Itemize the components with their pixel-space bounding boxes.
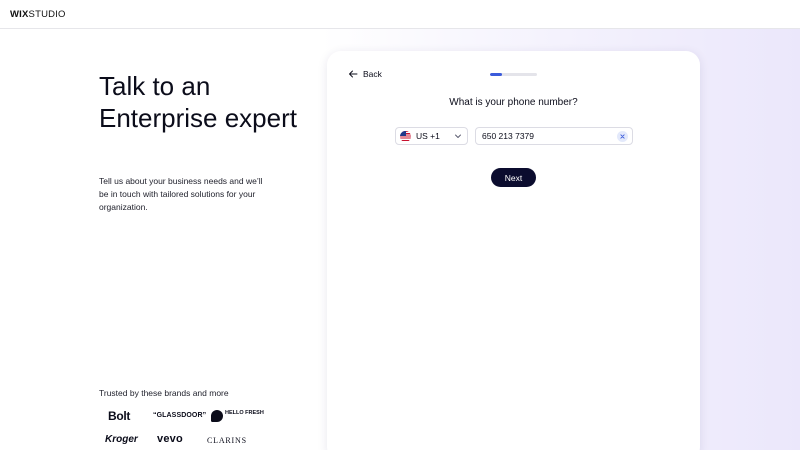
- vevo-logo: vevo: [157, 433, 183, 445]
- country-code-value: US +1: [416, 131, 440, 141]
- step-progress-fill: [490, 73, 502, 76]
- hellofresh-logo-text: HELLO FRESH: [225, 410, 264, 416]
- wix-studio-logo[interactable]: WIXSTUDIO: [10, 9, 66, 20]
- hellofresh-logo: HELLO FRESH: [211, 408, 264, 424]
- country-code-select[interactable]: US +1: [395, 127, 468, 145]
- hellofresh-leaf-icon: [211, 410, 223, 422]
- form-question: What is your phone number?: [449, 97, 578, 108]
- logo-brand: WIX: [10, 9, 29, 20]
- back-button-label: Back: [363, 69, 382, 79]
- glassdoor-logo: “GLASSDOOR”: [153, 412, 207, 419]
- back-button[interactable]: Back: [348, 69, 382, 79]
- chevron-down-icon: [455, 134, 461, 138]
- logo-product: STUDIO: [28, 9, 66, 20]
- phone-form-card: Back What is your phone number? US +1 Ne…: [327, 51, 700, 450]
- next-button[interactable]: Next: [491, 168, 536, 187]
- us-flag-icon: [400, 130, 411, 142]
- step-progress-bar: [490, 73, 537, 76]
- trusted-brands-label: Trusted by these brands and more: [99, 388, 229, 398]
- clarins-logo: CLARINS: [207, 436, 247, 445]
- clear-input-button[interactable]: [617, 131, 628, 142]
- top-header: WIXSTUDIO: [0, 0, 800, 29]
- close-icon: [620, 134, 625, 139]
- arrow-left-icon: [349, 70, 358, 78]
- kroger-logo: Kroger: [105, 434, 138, 445]
- page-description: Tell us about your business needs and we…: [99, 176, 263, 212]
- brand-logos: Bolt “GLASSDOOR” HELLO FRESH Kroger vevo…: [99, 405, 264, 450]
- bolt-logo: Bolt: [108, 409, 131, 423]
- phone-field: [475, 127, 633, 145]
- phone-number-input[interactable]: [482, 129, 610, 143]
- page-title: Talk to an Enterprise expert: [99, 71, 297, 133]
